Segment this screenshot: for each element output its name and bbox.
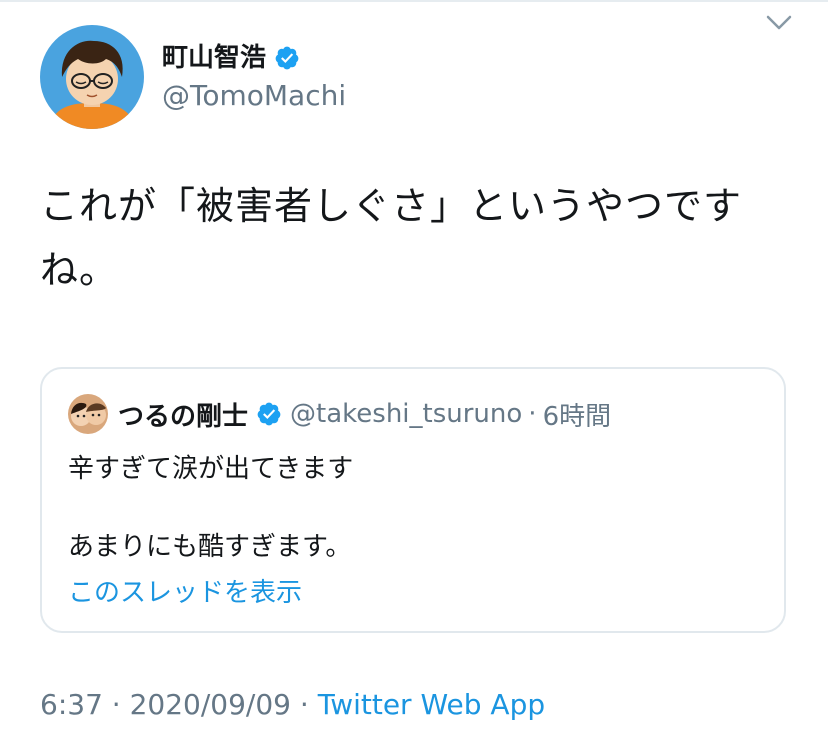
chevron-down-icon[interactable]: [764, 10, 794, 34]
verified-badge-icon: [257, 402, 281, 426]
meta-separator: ·: [299, 688, 309, 721]
quoted-separator: ·: [528, 399, 537, 429]
verified-badge-icon: [275, 46, 299, 70]
author-handle[interactable]: @TomoMachi: [162, 78, 346, 114]
quoted-author-handle: @takeshi_tsuruno: [290, 399, 523, 429]
quoted-author-avatar: [68, 394, 108, 434]
quoted-header: つるの剛士 @takeshi_tsuruno · 6時間: [118, 395, 611, 433]
quoted-tweet[interactable]: つるの剛士 @takeshi_tsuruno · 6時間 辛すぎて涙が出てきます…: [40, 367, 786, 633]
author-avatar[interactable]: [40, 25, 144, 129]
tweet-date[interactable]: 2020/09/09: [130, 688, 291, 721]
tweet-meta: 6:37 · 2020/09/09 · Twitter Web App: [40, 686, 545, 724]
author-name-row: 町山智浩: [162, 40, 300, 76]
quoted-author-name: つるの剛士: [118, 401, 249, 432]
tweet-source-link[interactable]: Twitter Web App: [318, 688, 545, 721]
quoted-text-line1: 辛すぎて涙が出てきます: [68, 454, 354, 484]
meta-separator: ·: [111, 688, 121, 721]
quoted-text-line2: あまりにも酷すぎます。: [68, 532, 352, 562]
show-thread-link[interactable]: このスレッドを表示: [68, 575, 302, 611]
author-name[interactable]: 町山智浩: [162, 40, 266, 76]
tweet-time[interactable]: 6:37: [40, 688, 103, 721]
quoted-time: 6時間: [542, 401, 612, 432]
tweet-text: これが「被害者しぐさ」というやつですね。: [40, 184, 743, 292]
tweet-detail: 町山智浩 @TomoMachi これが「被害者しぐさ」というやつですね。 つるの…: [0, 0, 828, 743]
top-divider: [0, 0, 828, 2]
